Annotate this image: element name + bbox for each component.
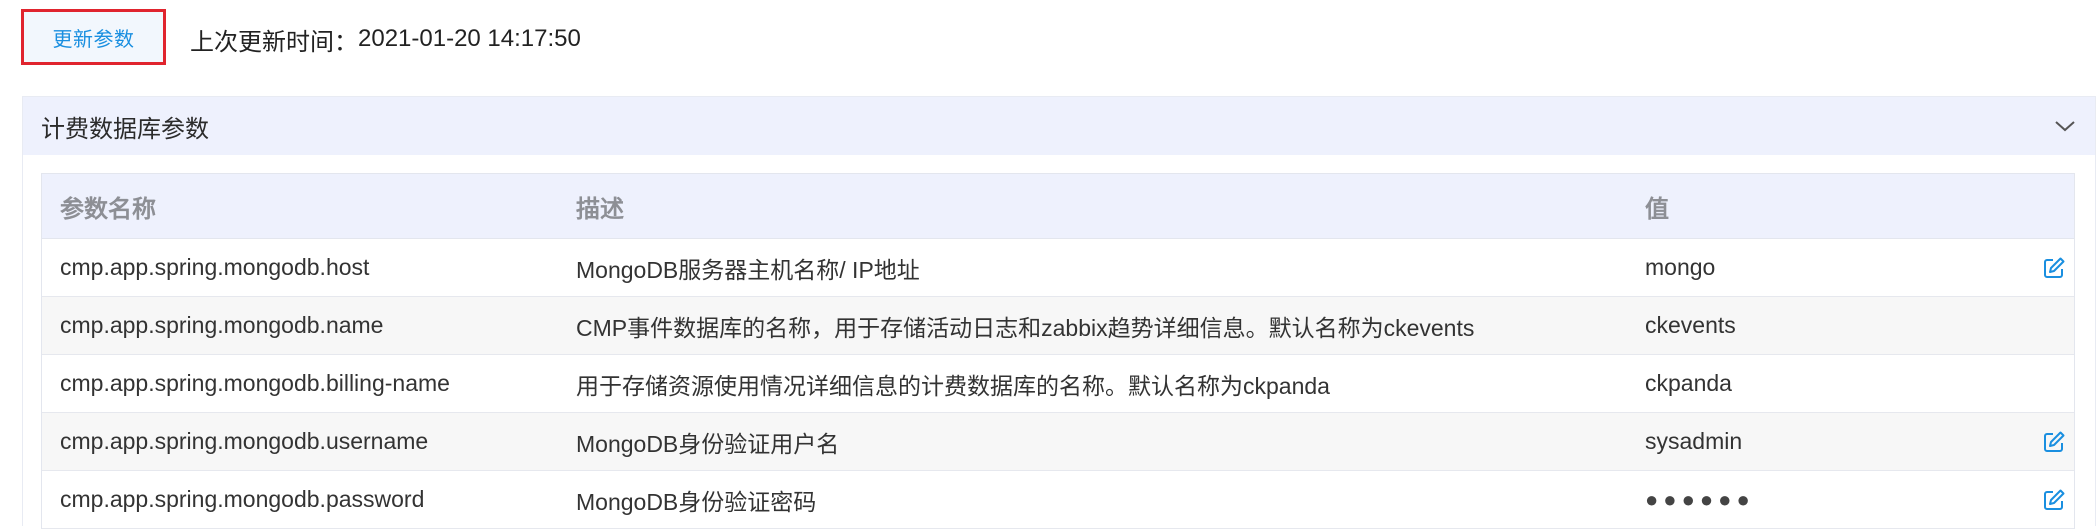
panel-title: 计费数据库参数 — [41, 115, 209, 143]
panel-header[interactable]: 计费数据库参数 — [23, 97, 2095, 155]
param-name: cmp.app.spring.mongodb.host — [60, 254, 370, 280]
column-header-value: 值 — [1645, 195, 1669, 223]
param-value-masked: ●●●●●● — [1645, 486, 1755, 512]
chevron-down-icon[interactable] — [2053, 114, 2077, 138]
table-row: cmp.app.spring.mongodb.password MongoDB身… — [42, 471, 2074, 529]
last-update-label: 上次更新时间： — [190, 28, 358, 56]
param-value: ckpanda — [1645, 370, 1732, 396]
param-description: CMP事件数据库的名称，用于存储活动日志和zabbix趋势详细信息。默认名称为c… — [576, 314, 1475, 341]
param-value: sysadmin — [1645, 428, 1743, 454]
param-name: cmp.app.spring.mongodb.username — [60, 428, 429, 454]
edit-icon[interactable] — [2042, 256, 2066, 280]
table-row: cmp.app.spring.mongodb.host MongoDB服务器主机… — [42, 239, 2074, 297]
param-description: MongoDB服务器主机名称/ IP地址 — [576, 256, 920, 283]
param-name: cmp.app.spring.mongodb.name — [60, 312, 384, 338]
param-value: mongo — [1645, 254, 1716, 280]
param-value: ckevents — [1645, 312, 1736, 338]
column-header-name: 参数名称 — [60, 195, 156, 223]
param-name: cmp.app.spring.mongodb.password — [60, 486, 425, 512]
params-table: 参数名称 描述 值 cmp.app.spring.mongodb.host Mo… — [41, 173, 2075, 529]
param-description: 用于存储资源使用情况详细信息的计费数据库的名称。默认名称为ckpanda — [576, 372, 1330, 399]
param-name: cmp.app.spring.mongodb.billing-name — [60, 370, 450, 396]
column-header-description: 描述 — [576, 195, 624, 223]
table-row: cmp.app.spring.mongodb.name CMP事件数据库的名称，… — [42, 297, 2074, 355]
last-update-value: 2021-01-20 14:17:50 — [358, 25, 581, 52]
billing-db-params-panel: 计费数据库参数 参数名称 描述 值 cmp.app.spring.mongodb… — [22, 96, 2096, 529]
update-params-button-label: 更新参数 — [52, 28, 135, 51]
param-description: MongoDB身份验证用户名 — [576, 430, 840, 457]
update-params-button[interactable]: 更新参数 — [21, 9, 166, 65]
table-header: 参数名称 描述 值 — [42, 174, 2074, 239]
table-row: cmp.app.spring.mongodb.username MongoDB身… — [42, 413, 2074, 471]
edit-icon[interactable] — [2042, 430, 2066, 454]
last-update-info: 上次更新时间： 2021-01-20 14:17:50 — [190, 22, 581, 57]
edit-icon[interactable] — [2042, 488, 2066, 512]
toolbar: 更新参数 上次更新时间： 2021-01-20 14:17:50 — [21, 9, 581, 65]
param-description: MongoDB身份验证密码 — [576, 488, 817, 515]
table-row: cmp.app.spring.mongodb.billing-name 用于存储… — [42, 355, 2074, 413]
